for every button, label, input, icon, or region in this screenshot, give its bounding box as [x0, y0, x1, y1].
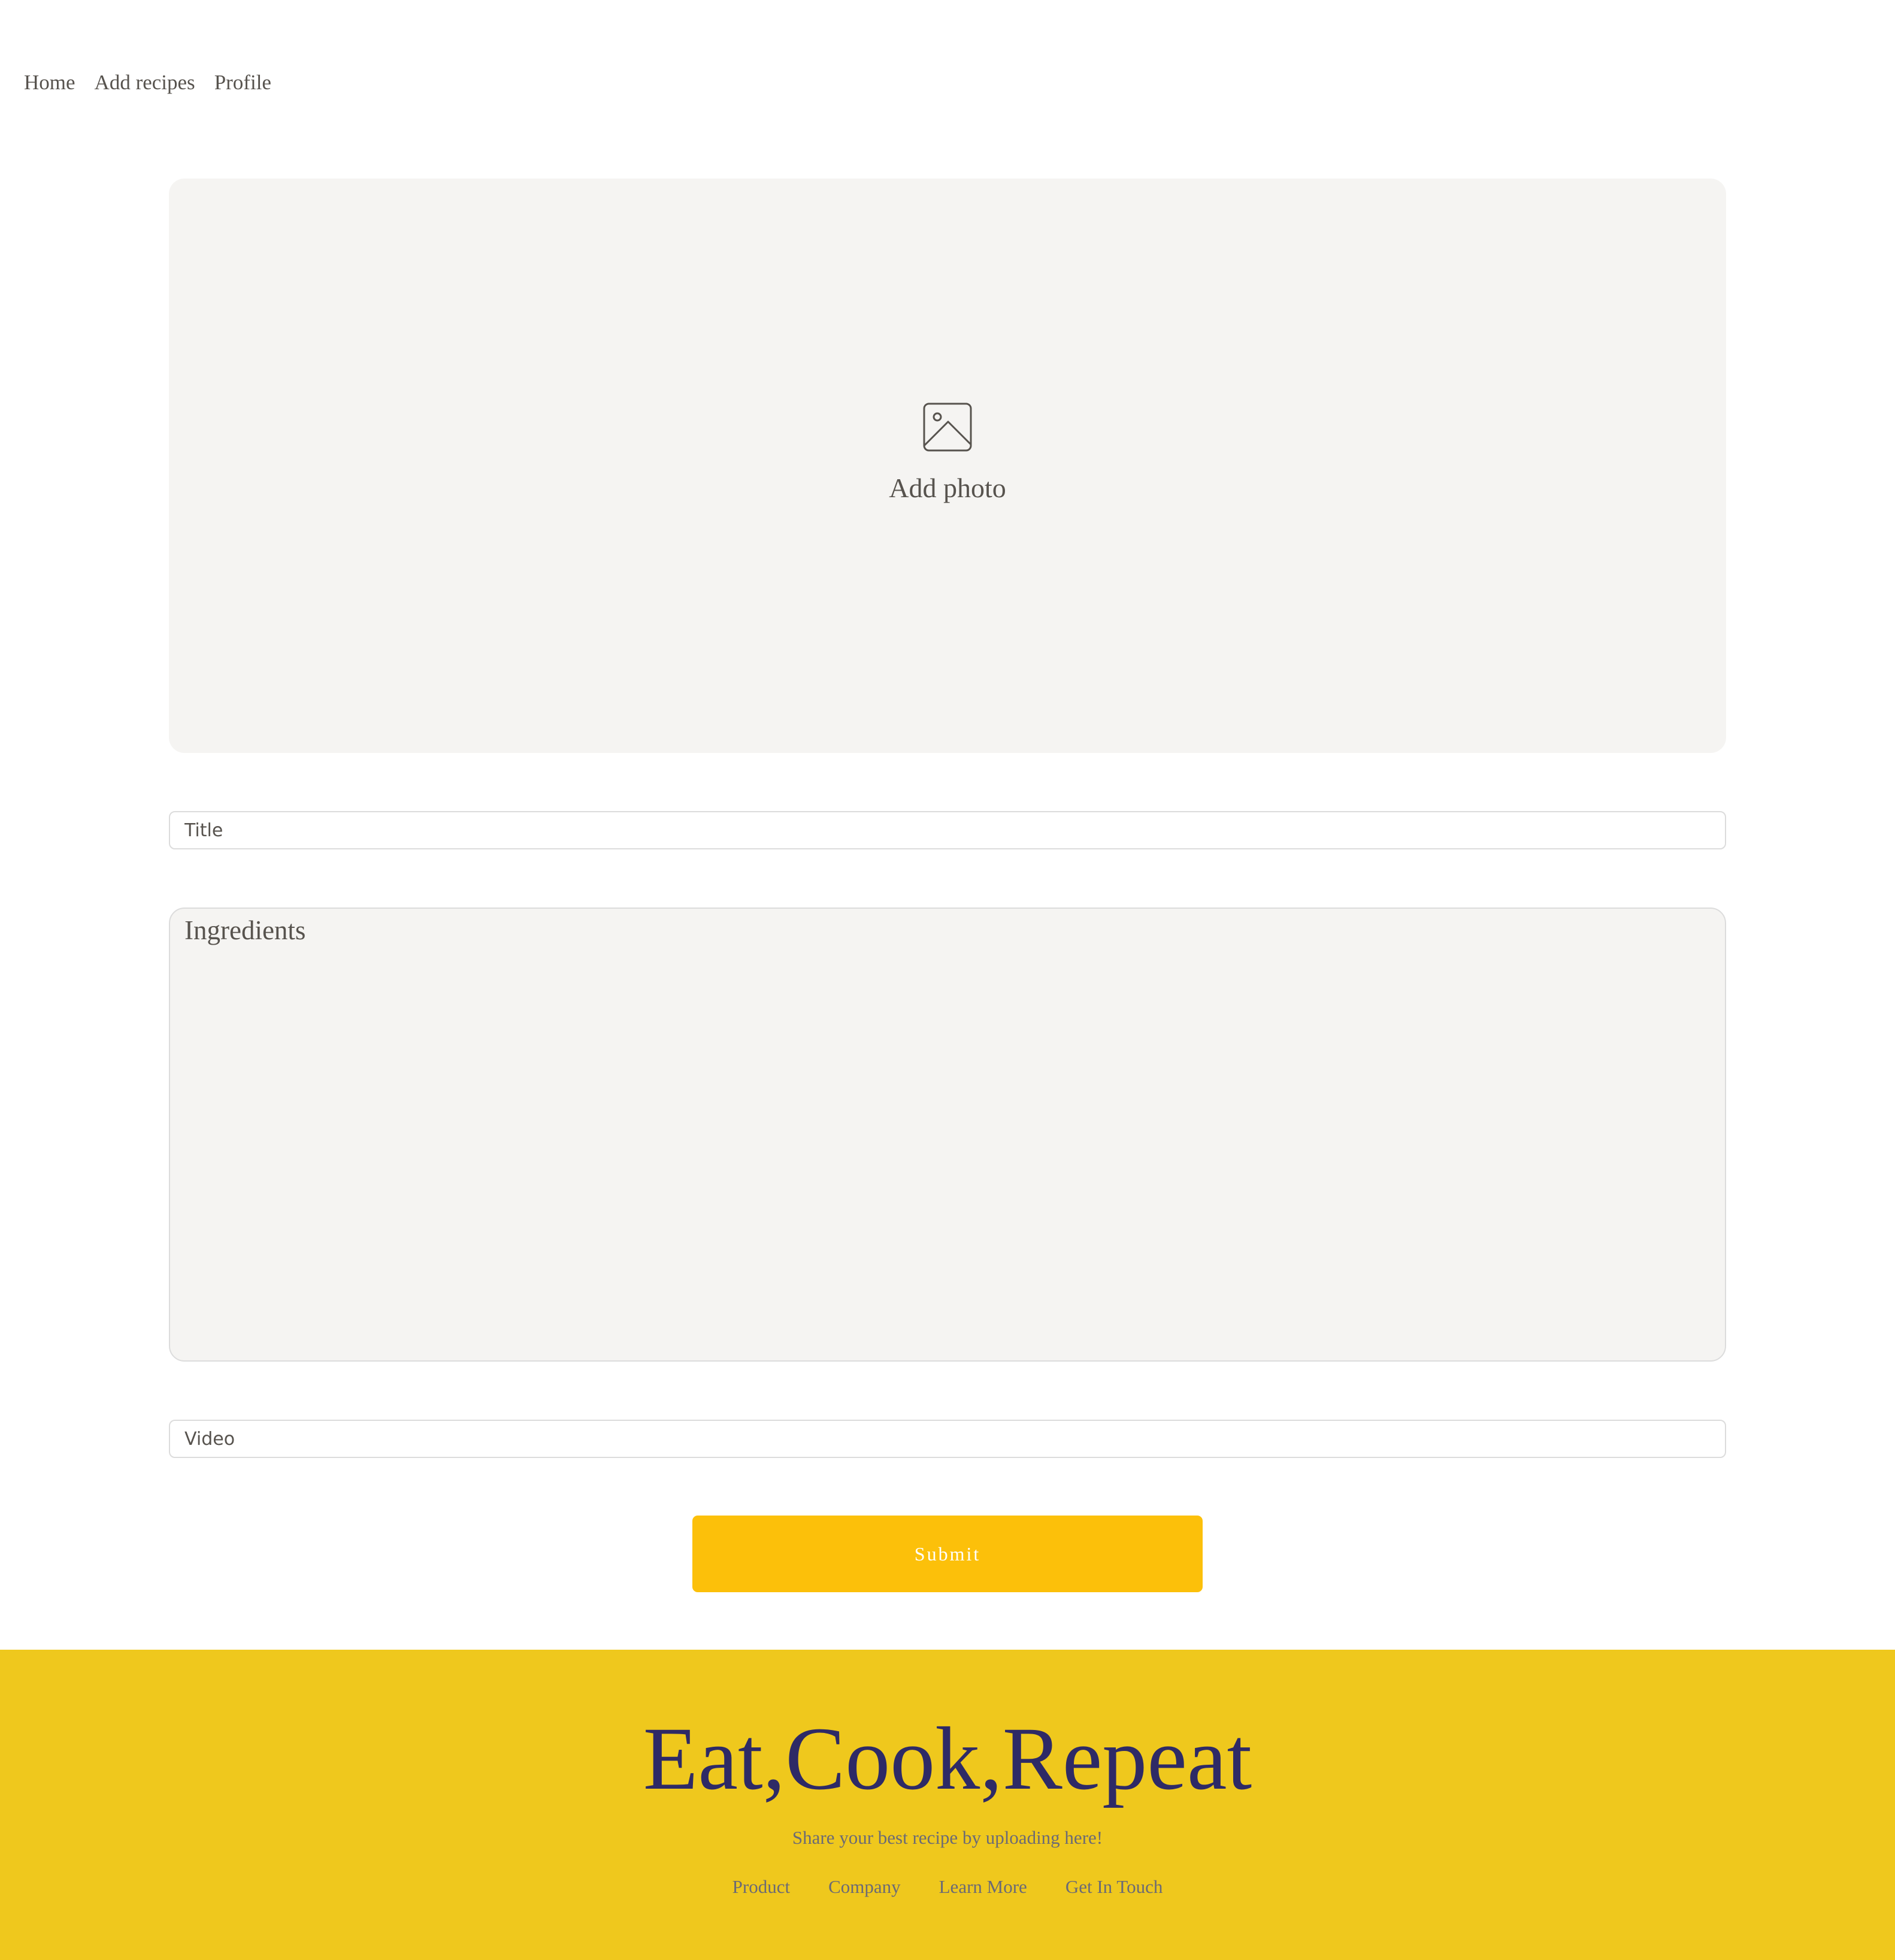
- add-photo-label: Add photo: [889, 473, 1006, 503]
- add-photo-dropzone[interactable]: Add photo: [169, 179, 1726, 753]
- footer: Eat,Cook,Repeat Share your best recipe b…: [0, 1650, 1895, 1960]
- footer-link-product[interactable]: Product: [732, 1876, 790, 1898]
- footer-link-company[interactable]: Company: [828, 1876, 901, 1898]
- nav-add-recipes-link[interactable]: Add recipes: [95, 71, 195, 95]
- nav-home-link[interactable]: Home: [24, 71, 75, 95]
- nav-profile-link[interactable]: Profile: [214, 71, 271, 95]
- video-input[interactable]: [169, 1420, 1726, 1458]
- footer-title: Eat,Cook,Repeat: [643, 1709, 1252, 1808]
- submit-button[interactable]: Submit: [692, 1516, 1203, 1592]
- footer-link-learn-more[interactable]: Learn More: [939, 1876, 1027, 1898]
- top-nav: Home Add recipes Profile: [24, 71, 271, 95]
- footer-links: Product Company Learn More Get In Touch: [0, 1876, 1895, 1898]
- ingredients-textarea[interactable]: [169, 908, 1726, 1362]
- footer-link-get-in-touch[interactable]: Get In Touch: [1065, 1876, 1163, 1898]
- image-icon: [923, 403, 972, 452]
- title-input[interactable]: [169, 811, 1726, 849]
- footer-subtitle: Share your best recipe by uploading here…: [792, 1827, 1103, 1848]
